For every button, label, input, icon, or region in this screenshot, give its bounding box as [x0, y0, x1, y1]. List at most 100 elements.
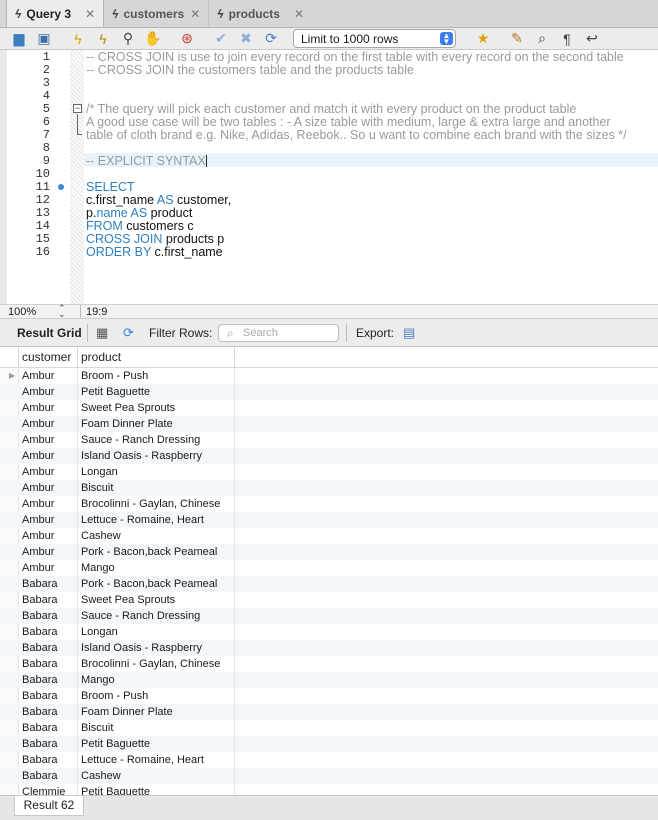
table-row[interactable]: Babara Longan: [0, 624, 658, 640]
table-row[interactable]: Ambur Brocolinni - Gaylan, Chinese: [0, 496, 658, 512]
tab-customers[interactable]: ϟ customers ✕: [104, 1, 210, 27]
cell-product[interactable]: Petit Baguette: [78, 384, 235, 400]
filter-search-input[interactable]: ⌕ Search: [218, 324, 339, 342]
table-row[interactable]: Babara Biscuit: [0, 720, 658, 736]
execute-current-icon[interactable]: ϟ: [92, 30, 114, 48]
commit-icon[interactable]: ✔: [210, 30, 232, 48]
table-row[interactable]: Babara Mango: [0, 672, 658, 688]
result-grid[interactable]: customer product ▶ Ambur Broom - Push Ambur…: [0, 347, 658, 795]
cell-customer[interactable]: Babara: [19, 672, 78, 688]
cell-customer[interactable]: Ambur: [19, 432, 78, 448]
cell-customer[interactable]: Ambur: [19, 400, 78, 416]
cell-product[interactable]: Biscuit: [78, 480, 235, 496]
add-snippet-icon[interactable]: ★: [472, 30, 494, 48]
limit-rows-select[interactable]: Limit to 1000 rows ▲ ▼: [293, 29, 456, 48]
table-row[interactable]: Babara Brocolinni - Gaylan, Chinese: [0, 656, 658, 672]
sql-editor[interactable]: 1 2 3 4 5 6 7 8 9 10 11 12 13 14 15 16 −…: [0, 50, 658, 304]
cell-customer[interactable]: Ambur: [19, 544, 78, 560]
cell-customer[interactable]: Ambur: [19, 528, 78, 544]
cell-product[interactable]: Biscuit: [78, 720, 235, 736]
table-row[interactable]: Ambur Pork - Bacon,back Peameal: [0, 544, 658, 560]
cell-product[interactable]: Brocolinni - Gaylan, Chinese: [78, 656, 235, 672]
column-header-product[interactable]: product: [78, 347, 235, 368]
explain-icon[interactable]: ⚲: [117, 30, 139, 48]
cell-product[interactable]: Petit Baguette: [78, 784, 235, 795]
invisible-chars-icon[interactable]: ¶: [556, 30, 578, 48]
cell-customer[interactable]: Babara: [19, 720, 78, 736]
beautify-icon[interactable]: ✎: [506, 30, 528, 48]
cell-product[interactable]: Cashew: [78, 528, 235, 544]
close-icon[interactable]: ✕: [190, 7, 200, 21]
table-row[interactable]: Clemmie Petit Baguette: [0, 784, 658, 795]
cell-product[interactable]: Cashew: [78, 768, 235, 784]
table-row[interactable]: Ambur Longan: [0, 464, 658, 480]
table-row[interactable]: Ambur Island Oasis - Raspberry: [0, 448, 658, 464]
cell-customer[interactable]: Ambur: [19, 368, 78, 384]
table-row[interactable]: Babara Foam Dinner Plate: [0, 704, 658, 720]
result-grid-title[interactable]: Result Grid: [17, 326, 82, 340]
cell-customer[interactable]: Babara: [19, 624, 78, 640]
table-row[interactable]: ▶ Ambur Broom - Push: [0, 368, 658, 384]
tab-products[interactable]: ϟ products ✕: [209, 1, 312, 27]
toggle-errors-icon[interactable]: ⊛: [176, 30, 198, 48]
save-icon[interactable]: ▣: [33, 30, 55, 48]
execute-icon[interactable]: ϟ: [67, 30, 89, 48]
stop-icon[interactable]: ✋: [142, 30, 164, 48]
cell-product[interactable]: Longan: [78, 464, 235, 480]
cell-product[interactable]: Longan: [78, 624, 235, 640]
cell-product[interactable]: Sweet Pea Sprouts: [78, 592, 235, 608]
table-row[interactable]: Ambur Sweet Pea Sprouts: [0, 400, 658, 416]
cell-customer[interactable]: Ambur: [19, 464, 78, 480]
table-row[interactable]: Babara Sweet Pea Sprouts: [0, 592, 658, 608]
table-row[interactable]: Babara Broom - Push: [0, 688, 658, 704]
table-row[interactable]: Ambur Lettuce - Romaine, Heart: [0, 512, 658, 528]
cell-customer[interactable]: Ambur: [19, 512, 78, 528]
cell-product[interactable]: Lettuce - Romaine, Heart: [78, 512, 235, 528]
cell-product[interactable]: Pork - Bacon,back Peameal: [78, 544, 235, 560]
table-row[interactable]: Babara Petit Baguette: [0, 736, 658, 752]
zoom-level[interactable]: 100%: [8, 306, 36, 318]
autocommit-icon[interactable]: ⟳: [260, 30, 282, 48]
cell-product[interactable]: Lettuce - Romaine, Heart: [78, 752, 235, 768]
cell-product[interactable]: Foam Dinner Plate: [78, 704, 235, 720]
cell-product[interactable]: Mango: [78, 560, 235, 576]
cell-product[interactable]: Foam Dinner Plate: [78, 416, 235, 432]
cell-customer[interactable]: Ambur: [19, 448, 78, 464]
cell-customer[interactable]: Clemmie: [19, 784, 78, 795]
cell-customer[interactable]: Babara: [19, 656, 78, 672]
cell-product[interactable]: Broom - Push: [78, 368, 235, 384]
grid-view-icon[interactable]: ▦: [96, 325, 108, 341]
table-row[interactable]: Ambur Petit Baguette: [0, 384, 658, 400]
cell-product[interactable]: Island Oasis - Raspberry: [78, 448, 235, 464]
cell-customer[interactable]: Babara: [19, 752, 78, 768]
result-tab[interactable]: Result 62: [14, 796, 84, 816]
table-row[interactable]: Babara Island Oasis - Raspberry: [0, 640, 658, 656]
table-row[interactable]: Babara Lettuce - Romaine, Heart: [0, 752, 658, 768]
cell-customer[interactable]: Babara: [19, 576, 78, 592]
statement-marker-icon[interactable]: [58, 184, 64, 190]
cell-customer[interactable]: Babara: [19, 592, 78, 608]
cell-product[interactable]: Petit Baguette: [78, 736, 235, 752]
cell-product[interactable]: Mango: [78, 672, 235, 688]
tab-query-3[interactable]: ϟ Query 3 ✕: [6, 0, 105, 27]
zoom-stepper-icon[interactable]: ⌃ ⌄: [58, 304, 66, 319]
cell-product[interactable]: Pork - Bacon,back Peameal: [78, 576, 235, 592]
cell-customer[interactable]: Babara: [19, 608, 78, 624]
cell-customer[interactable]: Ambur: [19, 560, 78, 576]
open-folder-icon[interactable]: ▆: [8, 30, 30, 48]
cell-customer[interactable]: Babara: [19, 768, 78, 784]
cell-product[interactable]: Island Oasis - Raspberry: [78, 640, 235, 656]
cell-product[interactable]: Sweet Pea Sprouts: [78, 400, 235, 416]
table-row[interactable]: Ambur Foam Dinner Plate: [0, 416, 658, 432]
find-icon[interactable]: ⌕: [531, 30, 553, 48]
table-row[interactable]: Babara Cashew: [0, 768, 658, 784]
cell-product[interactable]: Broom - Push: [78, 688, 235, 704]
export-icon[interactable]: ▤: [403, 325, 415, 341]
column-header-customer[interactable]: customer: [19, 347, 78, 368]
table-row[interactable]: Ambur Sauce - Ranch Dressing: [0, 432, 658, 448]
word-wrap-icon[interactable]: ↩: [581, 30, 603, 48]
cell-customer[interactable]: Ambur: [19, 496, 78, 512]
cell-customer[interactable]: Babara: [19, 688, 78, 704]
cell-product[interactable]: Sauce - Ranch Dressing: [78, 608, 235, 624]
rollback-icon[interactable]: ✖: [235, 30, 257, 48]
